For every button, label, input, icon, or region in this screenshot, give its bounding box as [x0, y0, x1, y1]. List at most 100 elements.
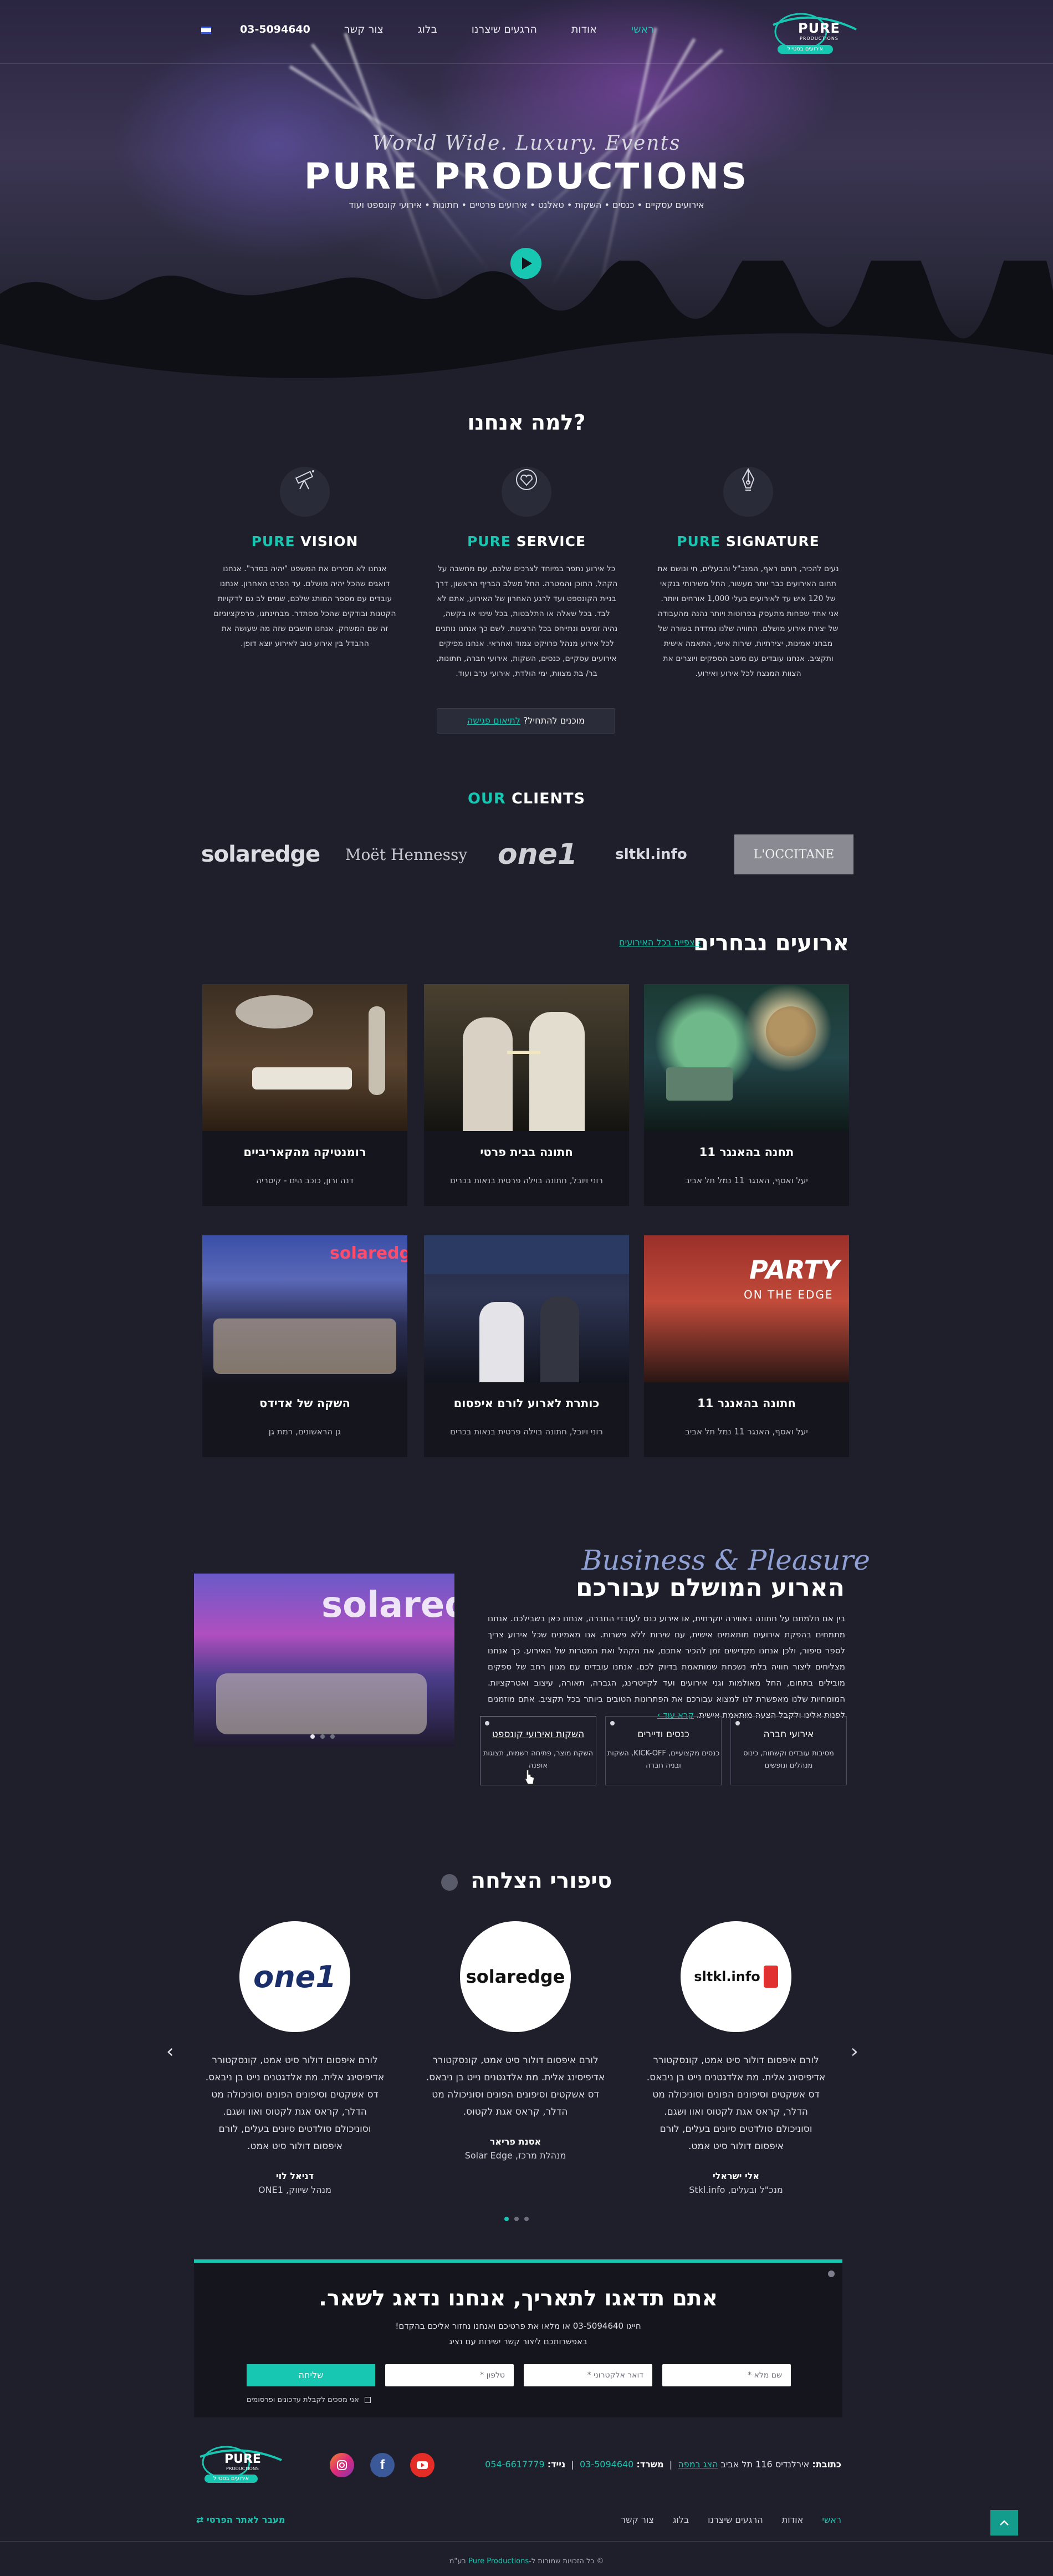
agree-checkbox-label[interactable]: אני מסכים לקבלת עדכונים ופרסומים	[247, 2396, 371, 2404]
event-location: רוני ויובל, חתונה בוילה פרטית בנאות בכרי…	[450, 1175, 603, 1185]
nav-contact[interactable]: צור קשר	[344, 23, 384, 35]
testimonial-logo: one1	[239, 1921, 350, 2032]
nav-about[interactable]: אודות	[571, 23, 597, 35]
full-name-field[interactable]: שם מלא *	[662, 2364, 791, 2386]
testimonial-card: solaredge לורם איפסום דולור סיט אמט, קונ…	[424, 1921, 607, 2161]
business-script-title: Business & Pleasure	[581, 1544, 870, 1576]
contact-title: אתם תדאגו לתאריך, אנחנו נדאג לשאר.	[319, 2286, 718, 2311]
client-logos: solaredge Moët Hennessy one1 sltkl.info …	[200, 834, 853, 874]
testimonial-quote: לורם איפסום דולור סיט אמט, קונסקטורר אדי…	[646, 2055, 826, 2152]
nav-moments[interactable]: הרגעים שיצרנו	[472, 23, 537, 35]
feature-vision: PURE VISION אנחנו לא מכירים את המשפט "יה…	[213, 455, 396, 651]
instagram-icon[interactable]	[330, 2453, 354, 2477]
event-card[interactable]: כותרת לארוע לורם איפסום רוני ויובל, חתונ…	[424, 1235, 629, 1457]
event-card[interactable]: רומנטיקה מהקאריביים דנה ורון, כוכב הים -…	[202, 984, 407, 1206]
office-phone[interactable]: 03-5094640	[580, 2459, 633, 2470]
testimonial-dots[interactable]	[504, 2217, 529, 2221]
testimonial-name: אסנת פריאר	[489, 2136, 541, 2147]
slider-dot[interactable]	[330, 1734, 335, 1739]
show-map-link[interactable]: הצג במפה	[678, 2459, 718, 2470]
client-logo-one1: one1	[497, 838, 578, 871]
nav-blog[interactable]: בלוג	[418, 23, 437, 35]
testimonial-logo-text: one1	[253, 1959, 336, 1994]
header-phone[interactable]: 03-5094640	[240, 23, 310, 35]
slider-dots[interactable]	[310, 1734, 335, 1739]
telescope-icon	[280, 467, 330, 517]
footer-nav-blog[interactable]: בלוג	[673, 2514, 689, 2525]
box-text: מסיבות עובדים וקשתות, כינוס מנהלים ונופש…	[743, 1749, 834, 1770]
event-location: יעל ואסף, האנגר 11 נמל תל אביב	[685, 1175, 808, 1185]
next-arrow-icon[interactable]: ›	[851, 2040, 858, 2063]
footer-nav-moments[interactable]: הרגעים שיצרנו	[708, 2514, 763, 2525]
copyright-brand[interactable]: Pure Productions	[468, 2557, 529, 2565]
play-video-button[interactable]	[510, 248, 541, 279]
private-site-link[interactable]: מעבר לאתר הפרטי ⇄	[196, 2514, 285, 2525]
language-flag-icon[interactable]	[201, 27, 211, 34]
party-sign-sub: ON THE EDGE	[744, 1288, 834, 1301]
event-type-box[interactable]: כנסים ודיירים כנסים מקצועיים, KICK-OFF, …	[605, 1716, 722, 1785]
event-card[interactable]: PARTY ON THE EDGE חתונה בהאנגר 11 יעל וא…	[644, 1235, 849, 1457]
box-text: השקת מוצר, פתיחה רשמית, תצוגות אופנה	[483, 1749, 594, 1770]
feature-service: PURE SERVICE כל אירוע נתפר במיוחד לצרכים…	[435, 455, 618, 681]
schedule-meeting-cta[interactable]: מוכנים להתחיל? לתיאום פגישה	[437, 708, 615, 734]
slider-dot[interactable]	[310, 1734, 315, 1739]
testimonial-dot[interactable]	[524, 2217, 529, 2221]
office-label: משרד:	[636, 2459, 664, 2470]
email-field[interactable]: דואר אלקטרוני *	[524, 2364, 652, 2386]
mobile-phone[interactable]: 054-6617779	[485, 2459, 545, 2470]
send-button[interactable]: שליחה	[247, 2364, 375, 2386]
event-card[interactable]: חתונה בבית פרטי רוני ויובל, חתונה בוילה …	[424, 984, 629, 1206]
chevron-up-icon	[1000, 2520, 1009, 2526]
footer-contact-info: כתובת: אירלנדיס 116 תל אביב הצג במפה | מ…	[485, 2459, 841, 2470]
crowd-silhouette	[0, 261, 1053, 388]
feature-text: כל אירוע נתפר במיוחד לצרכים שלכם, עם מחש…	[435, 564, 618, 678]
feature-signature: PURE SIGNATURE נעים להכיר, רותם ראף, המנ…	[657, 455, 840, 681]
client-logo-sltkl: sltkl.info	[615, 846, 687, 863]
copyright: © כל הזכויות שמורות ל-Pure Productions ב…	[0, 2557, 1053, 2565]
youtube-icon[interactable]	[410, 2453, 435, 2477]
clients-title-accent: OUR	[467, 790, 506, 807]
site-logo[interactable]: PURE PRODUCTIONS אירועים בסטייל	[768, 8, 859, 58]
footer-logo[interactable]: PURE PRODUCTIONS אירועים בסטייל	[196, 2441, 284, 2487]
business-paragraph: בין אם חלמתם על חתונה באווירה יוקרתית, א…	[488, 1613, 845, 1720]
nav-home[interactable]: ראשי	[631, 23, 654, 35]
footer-nav-home[interactable]: ראשי	[822, 2514, 841, 2525]
footer-nav-about[interactable]: אודות	[782, 2514, 804, 2525]
close-icon[interactable]	[828, 2270, 835, 2277]
schedule-meeting-link[interactable]: לתיאום פגישה	[467, 715, 520, 726]
event-type-box[interactable]: השקות ואירועי קונספט השקת מוצר, פתיחה רש…	[480, 1716, 596, 1785]
testimonial-card: one1 לורם איפסום דולור סיט אמט, קונסקטור…	[203, 1921, 386, 2195]
feature-text: נעים להכיר, רותם ראף, המנכ"ל והבעלים, חי…	[657, 564, 839, 678]
footer-nav: ראשי אודות הרגעים שיצרנו בלוג צור קשר	[621, 2514, 841, 2525]
facebook-icon[interactable]: f	[370, 2453, 395, 2477]
hero-title: PURE PRODUCTIONS	[304, 156, 749, 197]
event-image	[424, 984, 629, 1131]
view-all-events-link[interactable]: צפייה בכל האירועים ›	[619, 937, 701, 948]
event-card[interactable]: solaredge השקה של אדידס גן הראשונים, רמת…	[202, 1235, 407, 1457]
phone-field[interactable]: טלפון *	[385, 2364, 514, 2386]
logo-tagline: אירועים בסטייל	[778, 45, 833, 54]
prev-arrow-icon[interactable]: ‹	[166, 2040, 174, 2063]
heart-gem-icon	[502, 467, 551, 517]
testimonial-dot[interactable]	[514, 2217, 519, 2221]
testimonial-role: מנהל שיווק, ONE1	[258, 2185, 331, 2195]
testimonial-dot[interactable]	[504, 2217, 509, 2221]
feature-accent: PURE	[251, 533, 295, 549]
testimonial-quote: לורם איפסום דולור סיט אמט, קונסקטורר אדי…	[426, 2055, 605, 2117]
footer-nav-contact[interactable]: צור קשר	[621, 2514, 654, 2525]
business-title: הארוע המושלם עבורכם	[576, 1574, 845, 1602]
testimonial-role: מנכ"ל ובעלים, Stkl.info	[689, 2185, 783, 2195]
quote-icon	[441, 1874, 458, 1891]
slider-dot[interactable]	[320, 1734, 325, 1739]
figure-icon	[763, 1966, 778, 1988]
agree-checkbox[interactable]	[364, 2397, 371, 2403]
event-name: חתונה בבית פרטי	[480, 1146, 573, 1159]
event-type-box[interactable]: אירועי חברה מסיבות עובדים וקשתות, כינוס …	[730, 1716, 847, 1785]
clients-title: OUR CLIENTS	[0, 790, 1053, 807]
back-to-top-button[interactable]	[990, 2510, 1018, 2536]
event-card[interactable]: תחנה בהאנגר 11 יעל ואסף, האנגר 11 נמל תל…	[644, 984, 849, 1206]
testimonial-logo: solaredge	[460, 1921, 571, 2032]
party-sign: PARTY	[749, 1255, 840, 1285]
business-image-slider[interactable]: solared	[194, 1574, 454, 1747]
cta-prefix: מוכנים להתחיל?	[523, 715, 585, 726]
